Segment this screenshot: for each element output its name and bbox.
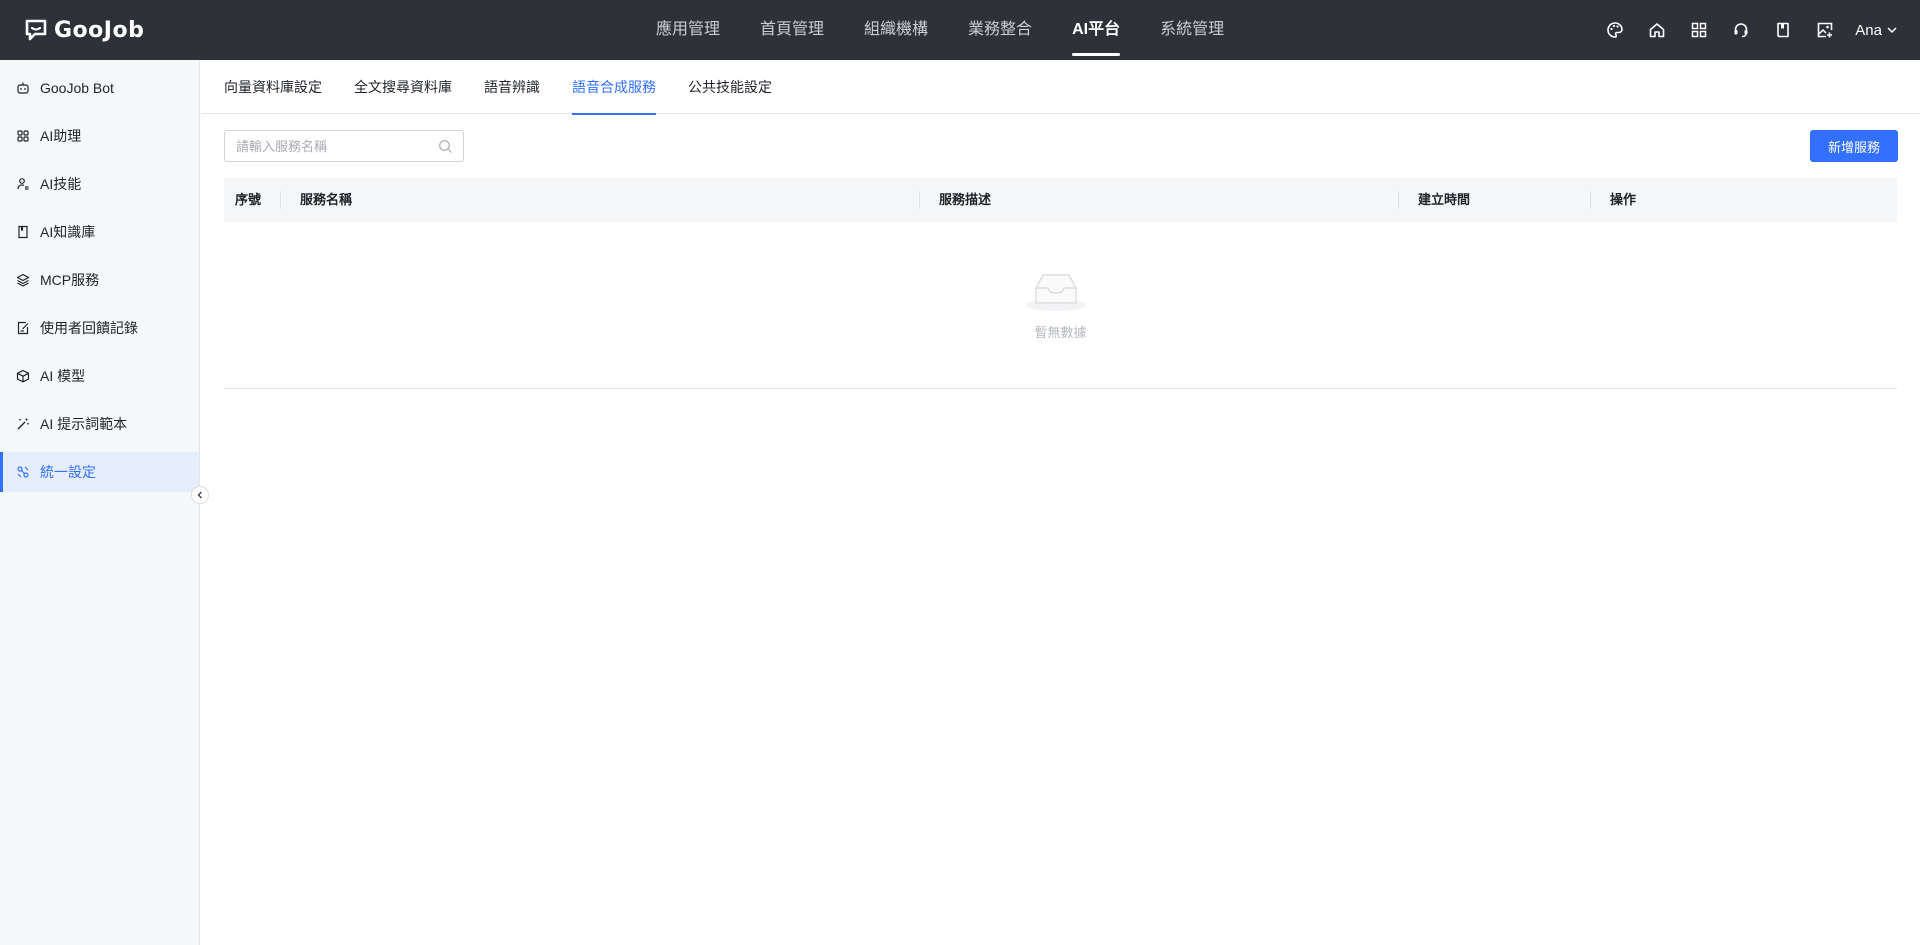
- search-icon[interactable]: [438, 139, 453, 154]
- sidebar-item-label: GooJob Bot: [40, 80, 114, 96]
- top-navigation-bar: GooJob 應用管理 首頁管理 組織機構 業務整合 AI平台 系統管理 Ana: [0, 0, 1920, 60]
- topnav-item-organization[interactable]: 組織機構: [864, 0, 928, 60]
- grid-icon: [16, 129, 30, 143]
- main-content: 向量資料庫設定 全文搜尋資料庫 語音辨識 語音合成服務 公共技能設定 新增服務 …: [201, 60, 1920, 945]
- table-header: 序號 服務名稱 服務描述 建立時間 操作: [224, 178, 1897, 222]
- sidebar-item-unified-settings[interactable]: 統一設定: [0, 452, 199, 492]
- sidebar-item-ai-model[interactable]: AI 模型: [0, 356, 199, 396]
- sidebar-item-label: AI知識庫: [40, 224, 96, 240]
- sidebar-item-label: AI 提示詞範本: [40, 416, 128, 432]
- tab-vector-database[interactable]: 向量資料庫設定: [224, 60, 322, 114]
- skill-icon: [16, 177, 30, 191]
- layers-icon: [16, 273, 30, 287]
- wand-icon: [16, 417, 30, 431]
- robot-icon: [16, 81, 30, 95]
- apps-grid-icon[interactable]: [1689, 20, 1709, 40]
- chevron-down-icon: [1887, 27, 1897, 34]
- column-header-service-description: 服務描述: [939, 192, 992, 207]
- tab-public-skills[interactable]: 公共技能設定: [688, 60, 772, 114]
- sidebar-item-goojob-bot[interactable]: GooJob Bot: [0, 68, 199, 108]
- sidebar-item-mcp-service[interactable]: MCP服務: [0, 260, 199, 300]
- topnav-item-ai-platform[interactable]: AI平台: [1072, 0, 1121, 60]
- column-divider: [280, 191, 281, 209]
- topnav-item-app-management[interactable]: 應用管理: [656, 0, 720, 60]
- sidebar-collapse-button[interactable]: [191, 486, 209, 504]
- sidebar-item-label: 統一設定: [40, 464, 96, 480]
- tab-fulltext-search-database[interactable]: 全文搜尋資料庫: [354, 60, 452, 114]
- empty-inbox-icon: [1026, 274, 1086, 311]
- logo-text: GooJob: [54, 17, 145, 43]
- topnav-item-business-integration[interactable]: 業務整合: [968, 0, 1032, 60]
- tab-speech-synthesis[interactable]: 語音合成服務: [572, 60, 656, 115]
- sidebar-item-ai-prompt-template[interactable]: AI 提示詞範本: [0, 404, 199, 444]
- top-nav-menu: 應用管理 首頁管理 組織機構 業務整合 AI平台 系統管理: [656, 0, 1264, 60]
- brand-logo[interactable]: GooJob: [24, 15, 144, 45]
- user-menu[interactable]: Ana: [1855, 22, 1898, 39]
- image-add-icon[interactable]: [1815, 20, 1835, 40]
- sidebar-item-label: MCP服務: [40, 272, 100, 288]
- sidebar-item-ai-assistant[interactable]: AI助理: [0, 116, 199, 156]
- service-name-search-input[interactable]: [225, 131, 425, 161]
- cube-icon: [16, 369, 30, 383]
- sidebar-item-label: 使用者回饋記錄: [40, 320, 138, 336]
- column-divider: [1590, 191, 1591, 209]
- services-table: 序號 服務名稱 服務描述 建立時間 操作 暫無數據: [224, 178, 1897, 389]
- column-header-service-name: 服務名稱: [300, 192, 353, 207]
- search-box: [224, 130, 464, 162]
- home-icon[interactable]: [1647, 20, 1667, 40]
- chevron-left-icon: [197, 491, 202, 499]
- sidebar-item-label: AI技能: [40, 176, 82, 192]
- column-header-created-time: 建立時間: [1418, 192, 1471, 207]
- sidebar-item-ai-skills[interactable]: AI技能: [0, 164, 199, 204]
- sidebar-item-ai-knowledge-base[interactable]: AI知識庫: [0, 212, 199, 252]
- sidebar-item-user-feedback[interactable]: 使用者回饋記錄: [0, 308, 199, 348]
- topnav-item-homepage-management[interactable]: 首頁管理: [760, 0, 824, 60]
- feedback-icon: [16, 321, 30, 335]
- topnav-item-system-management[interactable]: 系統管理: [1160, 0, 1224, 60]
- book-icon: [16, 225, 30, 239]
- settings-icon: [16, 465, 30, 479]
- column-divider: [1398, 191, 1399, 209]
- support-icon[interactable]: [1731, 20, 1751, 40]
- column-header-index: 序號: [235, 192, 262, 207]
- column-divider: [919, 191, 920, 209]
- book-icon[interactable]: [1773, 20, 1793, 40]
- settings-tabs: 向量資料庫設定 全文搜尋資料庫 語音辨識 語音合成服務 公共技能設定: [201, 60, 1920, 115]
- column-header-actions: 操作: [1610, 192, 1637, 207]
- tab-speech-recognition[interactable]: 語音辨識: [484, 60, 540, 114]
- top-utility-icons: Ana: [1583, 0, 1898, 60]
- palette-icon[interactable]: [1605, 20, 1625, 40]
- user-name: Ana: [1855, 21, 1882, 39]
- add-service-button[interactable]: 新增服務: [1810, 130, 1898, 162]
- sidebar: GooJob Bot AI助理 AI技能 AI知識庫 MCP服務 使用者回饋記錄…: [0, 60, 200, 945]
- sidebar-item-label: AI 模型: [40, 368, 86, 384]
- table-empty-state: 暫無數據: [224, 222, 1897, 389]
- logo-chat-icon: [25, 19, 47, 41]
- sidebar-item-label: AI助理: [40, 128, 82, 144]
- empty-state-text: 暫無數據: [1034, 325, 1087, 340]
